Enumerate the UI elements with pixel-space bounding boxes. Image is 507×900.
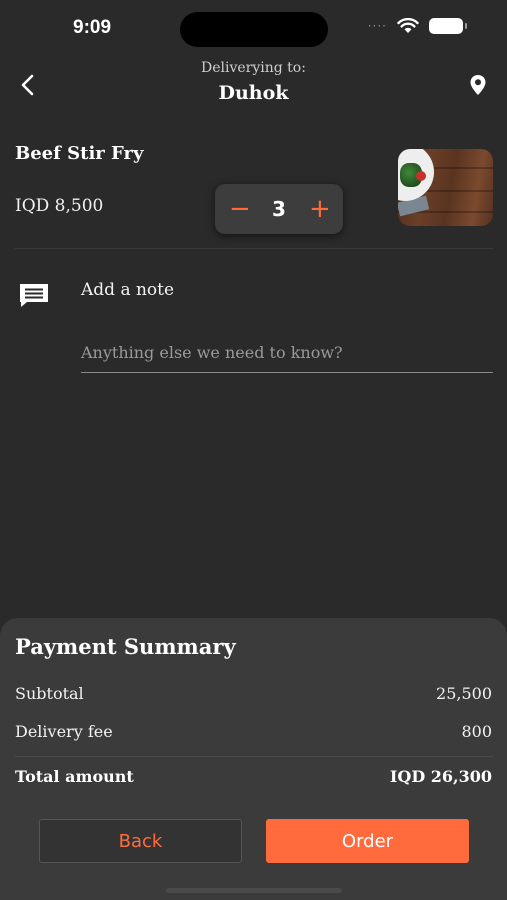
decrement-button[interactable]: − — [229, 196, 251, 222]
delivery-fee-label: Delivery fee — [15, 722, 113, 741]
payment-summary-title: Payment Summary — [15, 634, 236, 659]
delivery-city[interactable]: Duhok — [0, 82, 507, 104]
note-icon — [20, 284, 48, 307]
item-price: IQD 8,500 — [15, 196, 104, 216]
note-input[interactable] — [81, 333, 493, 373]
status-icons: ···· — [367, 18, 467, 34]
delivery-fee-value: 800 — [461, 722, 492, 741]
back-button[interactable]: Back — [39, 819, 242, 863]
item-name: Beef Stir Fry — [15, 143, 144, 164]
wifi-icon — [397, 18, 419, 33]
item-divider — [15, 248, 493, 249]
status-time: 9:09 — [73, 17, 112, 38]
status-bar: 9:09 ···· — [0, 0, 507, 56]
summary-divider — [15, 756, 493, 757]
location-pin-icon[interactable] — [469, 74, 487, 96]
subtotal-label: Subtotal — [15, 684, 84, 703]
order-button[interactable]: Order — [266, 819, 469, 863]
delivery-label: Deliverying to: — [201, 60, 306, 76]
increment-button[interactable]: + — [309, 196, 331, 222]
home-indicator — [166, 888, 342, 893]
dynamic-island — [180, 12, 328, 47]
battery-icon — [429, 18, 467, 34]
quantity-stepper: − 3 + — [215, 184, 343, 234]
note-title: Add a note — [81, 280, 175, 300]
quantity-value: 3 — [272, 197, 286, 221]
item-image — [398, 149, 493, 226]
signal-icon: ···· — [367, 19, 387, 33]
subtotal-value: 25,500 — [436, 684, 492, 703]
payment-summary-sheet: Payment Summary Subtotal 25,500 Delivery… — [0, 618, 507, 900]
cart-screen: 9:09 ···· Deliverying to: Duhok Beef Sti… — [0, 0, 507, 900]
total-label: Total amount — [15, 767, 134, 786]
total-value: IQD 26,300 — [389, 767, 492, 786]
